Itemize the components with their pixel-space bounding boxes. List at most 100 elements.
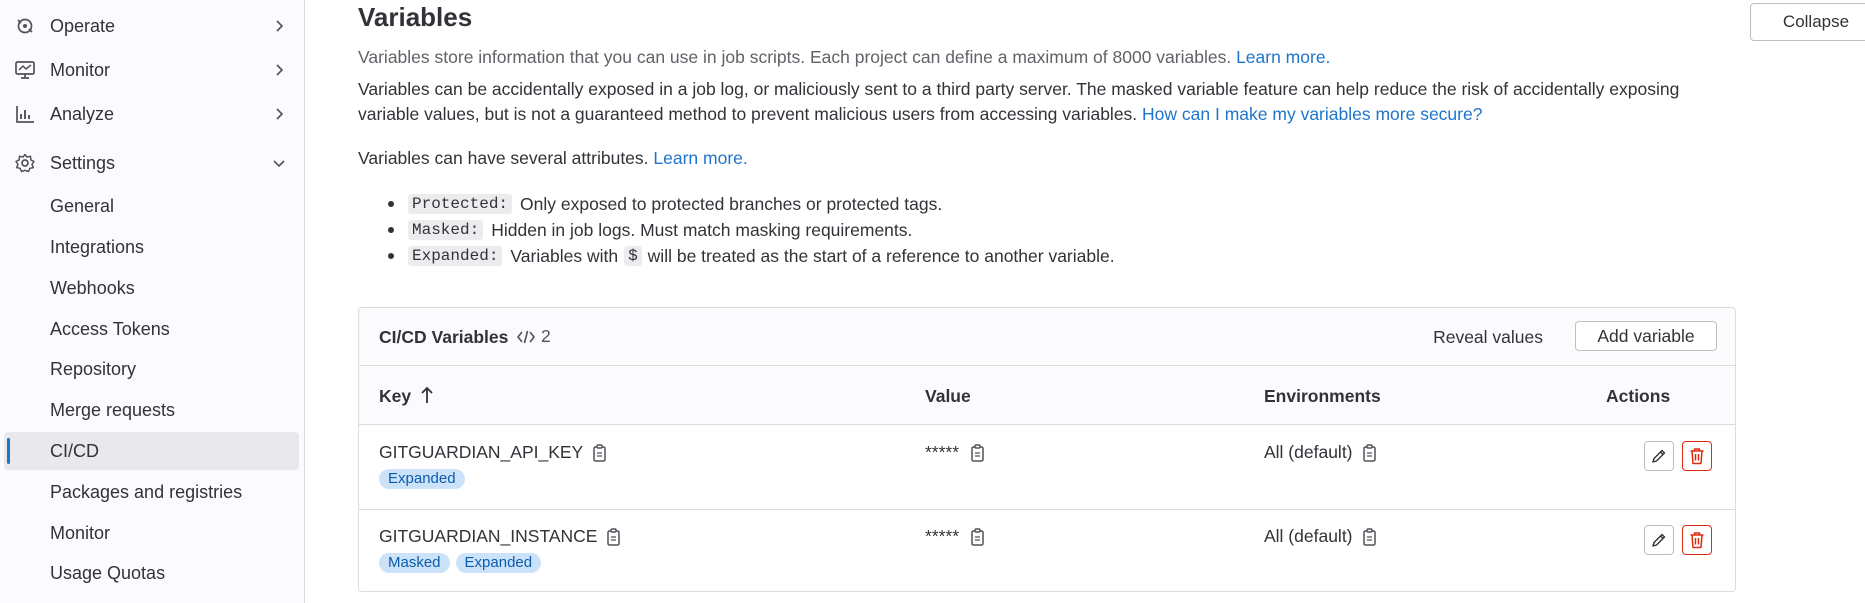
sidebar-item-packages-and-registries[interactable]: Packages and registries (4, 473, 299, 511)
chevron-right-icon (276, 20, 284, 32)
monitor-icon (15, 61, 35, 79)
sidebar-item-label: Access Tokens (50, 318, 170, 339)
chart-icon (16, 106, 34, 123)
attributes-learn-more-link[interactable]: Learn more. (653, 148, 747, 168)
value-text: ***** (925, 442, 960, 462)
attribute-text: Hidden in job logs. Must match masking r… (491, 219, 913, 240)
sidebar-item-label: Monitor (50, 522, 111, 543)
sort-arrow-up-icon[interactable] (419, 385, 435, 405)
variable-environment: All (default) (1264, 442, 1379, 463)
attributes-intro: Variables can have several attributes. L… (358, 146, 748, 171)
column-value: Value (925, 386, 971, 406)
table-row: GITGUARDIAN_INSTANCE Masked Expanded ***… (359, 510, 1735, 591)
sidebar-item-cicd[interactable]: CI/CD (4, 432, 299, 470)
dollar-code: $ (624, 246, 642, 266)
sidebar-item-monitor[interactable]: Monitor (0, 50, 305, 90)
main-content: Variables Collapse Variables store infor… (306, 0, 1865, 603)
table-row: GITGUARDIAN_API_KEY Expanded ***** All (… (359, 426, 1735, 510)
sidebar-item-repository[interactable]: Repository (4, 350, 299, 388)
sidebar-item-label: Merge requests (50, 399, 176, 420)
copy-icon[interactable] (969, 443, 987, 463)
variable-value: ***** (925, 442, 987, 463)
reveal-values-button[interactable]: Reveal values (1433, 322, 1543, 352)
sidebar-item-integrations[interactable]: Integrations (4, 228, 299, 266)
edit-button[interactable] (1644, 441, 1674, 471)
badge-expanded: Expanded (455, 553, 542, 573)
copy-icon[interactable] (591, 443, 609, 463)
security-warning: Variables can be accidentally exposed in… (358, 77, 1738, 127)
sidebar-item-label: Repository (50, 358, 137, 379)
edit-button[interactable] (1644, 525, 1674, 555)
bullet (388, 201, 394, 207)
sidebar-item-monitor-settings[interactable]: Monitor (4, 514, 299, 552)
sidebar-item-label: Monitor (50, 59, 111, 80)
chevron-down-icon (273, 160, 285, 168)
variable-key: GITGUARDIAN_INSTANCE (379, 526, 623, 547)
secure-variables-link[interactable]: How can I make my variables more secure? (1142, 104, 1482, 124)
variable-key: GITGUARDIAN_API_KEY (379, 442, 609, 463)
key-text: GITGUARDIAN_INSTANCE (379, 526, 598, 546)
variable-value: ***** (925, 526, 987, 547)
pencil-icon (1652, 449, 1666, 463)
list-item: Masked: Hidden in job logs. Must match m… (358, 217, 1115, 243)
copy-icon[interactable] (969, 527, 987, 547)
sidebar-item-label: Webhooks (50, 277, 135, 298)
page-title: Variables (358, 2, 473, 32)
list-item: Expanded: Variables with $ will be treat… (358, 243, 1115, 269)
attribute-tag: Masked: (408, 220, 484, 240)
attribute-tag: Expanded: (408, 246, 503, 266)
chevron-right-icon (276, 108, 284, 120)
sidebar-item-access-tokens[interactable]: Access Tokens (4, 310, 299, 348)
bullet (388, 227, 394, 233)
copy-icon[interactable] (605, 527, 623, 547)
sidebar-item-general[interactable]: General (4, 187, 299, 225)
collapse-button[interactable]: Collapse (1750, 3, 1865, 41)
bullet (388, 253, 394, 259)
deployments-icon (17, 18, 33, 34)
sidebar-item-label: Integrations (50, 236, 145, 257)
copy-icon[interactable] (1361, 443, 1379, 463)
trash-icon (1690, 448, 1704, 465)
sidebar-item-label: General (50, 195, 115, 216)
cicd-variables-card: CI/CD Variables 2 Reveal values Add vari… (358, 307, 1736, 592)
sidebar-item-label: Usage Quotas (50, 562, 166, 583)
copy-icon[interactable] (1361, 527, 1379, 547)
variable-badges: Expanded (379, 469, 465, 489)
list-item: Protected: Only exposed to protected bra… (358, 191, 1115, 217)
trash-icon (1690, 532, 1704, 549)
attributes-list: Protected: Only exposed to protected bra… (358, 191, 1115, 269)
pencil-icon (1652, 533, 1666, 547)
add-variable-button[interactable]: Add variable (1575, 321, 1717, 351)
sidebar-item-label: Packages and registries (50, 481, 243, 502)
card-header: CI/CD Variables 2 Reveal values Add vari… (359, 308, 1735, 366)
sidebar-item-label: CI/CD (50, 440, 99, 461)
attribute-text: Variables with (510, 245, 619, 266)
chevron-right-icon (276, 64, 284, 76)
environment-text: All (default) (1264, 526, 1353, 546)
table-header: Key Value Environments Actions (359, 367, 1735, 425)
delete-button[interactable] (1682, 441, 1712, 471)
sidebar-item-webhooks[interactable]: Webhooks (4, 269, 299, 307)
sidebar-item-operate[interactable]: Operate (0, 6, 305, 46)
gear-icon (15, 153, 35, 173)
column-key[interactable]: Key (379, 386, 411, 407)
variable-environment: All (default) (1264, 526, 1379, 547)
sidebar-item-label: Operate (50, 15, 116, 36)
sidebar-item-analyze[interactable]: Analyze (0, 94, 305, 134)
variable-badges: Masked Expanded (379, 553, 542, 573)
sidebar-item-settings[interactable]: Settings (0, 143, 305, 183)
key-text: GITGUARDIAN_API_KEY (379, 442, 584, 462)
column-environments: Environments (1264, 386, 1381, 406)
intro-text: Variables store information that you can… (358, 45, 1330, 70)
value-text: ***** (925, 526, 960, 546)
count-value: 2 (541, 326, 551, 346)
code-icon (517, 330, 535, 343)
card-title: CI/CD Variables (379, 327, 509, 347)
sidebar-item-usage-quotas[interactable]: Usage Quotas (4, 554, 299, 592)
delete-button[interactable] (1682, 525, 1712, 555)
sidebar-item-label: Analyze (50, 103, 115, 124)
attribute-text: Only exposed to protected branches or pr… (520, 193, 943, 214)
learn-more-link[interactable]: Learn more. (1236, 47, 1330, 67)
sidebar-item-merge-requests[interactable]: Merge requests (4, 391, 299, 429)
intro-description: Variables store information that you can… (358, 47, 1232, 67)
